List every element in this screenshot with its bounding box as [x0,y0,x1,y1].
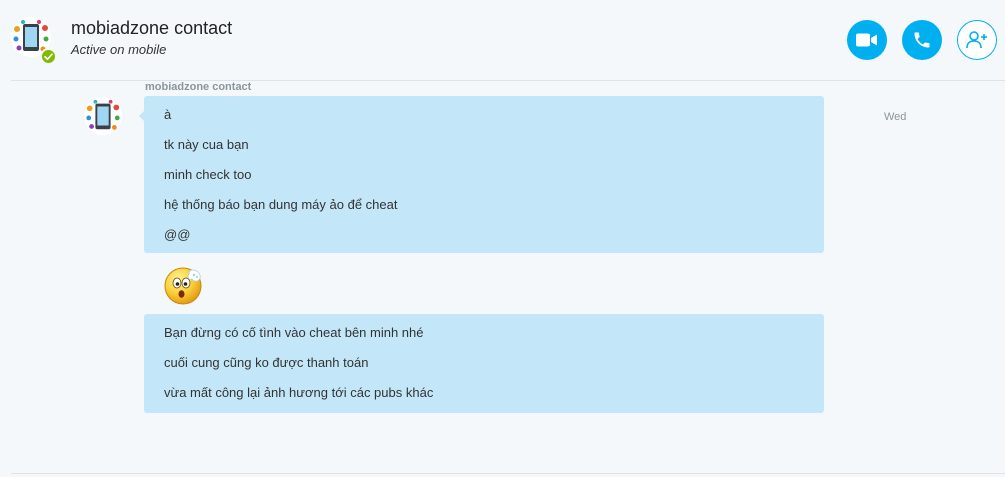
message-line: Bạn đừng có cố tình vào cheat bên minh n… [164,325,424,340]
contact-avatar[interactable] [11,17,57,65]
message-line: tk này cua bạn [164,137,249,152]
contact-name[interactable]: mobiadzone contact [71,18,232,39]
surprised-smiley-icon[interactable] [163,264,205,306]
message-bubble[interactable]: à tk này cua bạn minh check too hệ thống… [139,96,824,253]
footer-divider [11,473,1005,474]
video-camera-icon [856,33,877,47]
message-timestamp: Wed [884,111,907,123]
video-call-button[interactable] [847,20,887,60]
presence-indicator [40,48,57,65]
message-sender-name: mobiadzone contact [145,81,252,93]
phone-icon [914,32,930,48]
add-person-icon [966,31,987,49]
bubble-tail [139,111,144,121]
message-line: hệ thống báo bạn dung máy ảo để cheat [164,197,398,212]
conversation-header: mobiadzone contact Active on mobile [0,0,1005,80]
checkmark-icon [44,53,53,61]
message-line: vừa mất công lại ảnh hương tới các pubs … [164,385,434,400]
sender-avatar[interactable] [84,97,122,135]
message-line: à [164,107,172,122]
audio-call-button[interactable] [902,20,942,60]
message-line: cuối cung cũng ko được thanh toán [164,355,369,370]
message-line: @@ [164,227,191,242]
avatar-image [84,97,122,135]
message-bubble[interactable]: Bạn đừng có cố tình vào cheat bên minh n… [144,314,824,413]
add-people-button[interactable] [957,20,997,60]
message-line: minh check too [164,167,252,182]
contact-status: Active on mobile [71,42,167,57]
